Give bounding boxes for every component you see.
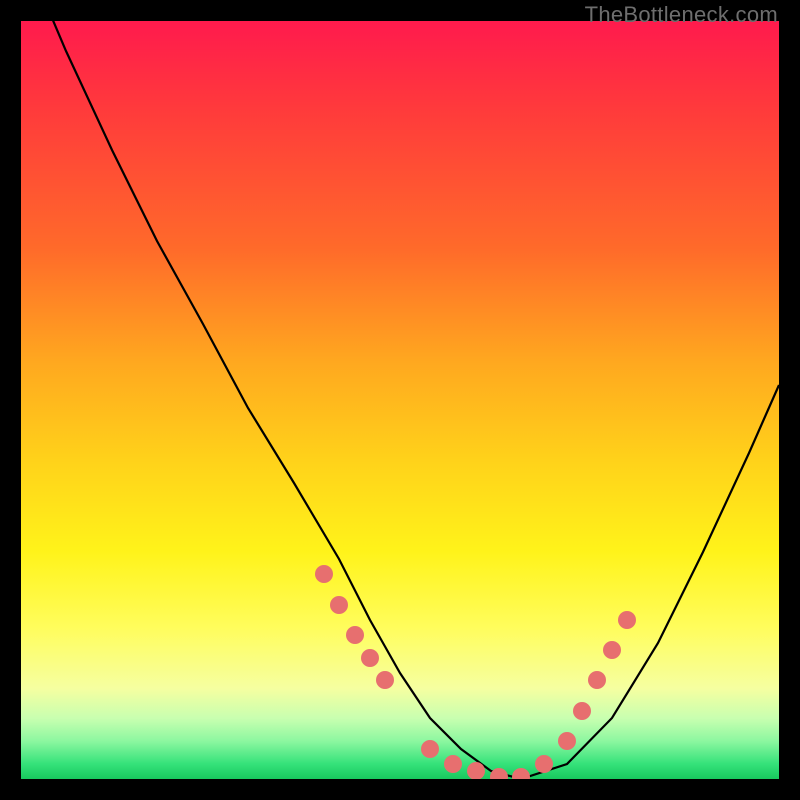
marker-dot: [361, 649, 379, 667]
marker-dot: [315, 565, 333, 583]
marker-cluster: [315, 565, 636, 779]
marker-dot: [618, 611, 636, 629]
marker-dot: [573, 702, 591, 720]
marker-dot: [376, 671, 394, 689]
watermark-text: TheBottleneck.com: [585, 2, 778, 28]
plot-area: [21, 21, 779, 779]
marker-dot: [588, 671, 606, 689]
marker-dot: [346, 626, 364, 644]
marker-dot: [490, 768, 508, 779]
marker-dot: [512, 768, 530, 779]
marker-dot: [444, 755, 462, 773]
marker-dot: [421, 740, 439, 758]
marker-dot: [558, 732, 576, 750]
marker-dot: [535, 755, 553, 773]
chart-frame: TheBottleneck.com: [0, 0, 800, 800]
bottleneck-curve: [21, 21, 779, 779]
marker-dot: [603, 641, 621, 659]
chart-svg: [21, 21, 779, 779]
marker-dot: [330, 596, 348, 614]
